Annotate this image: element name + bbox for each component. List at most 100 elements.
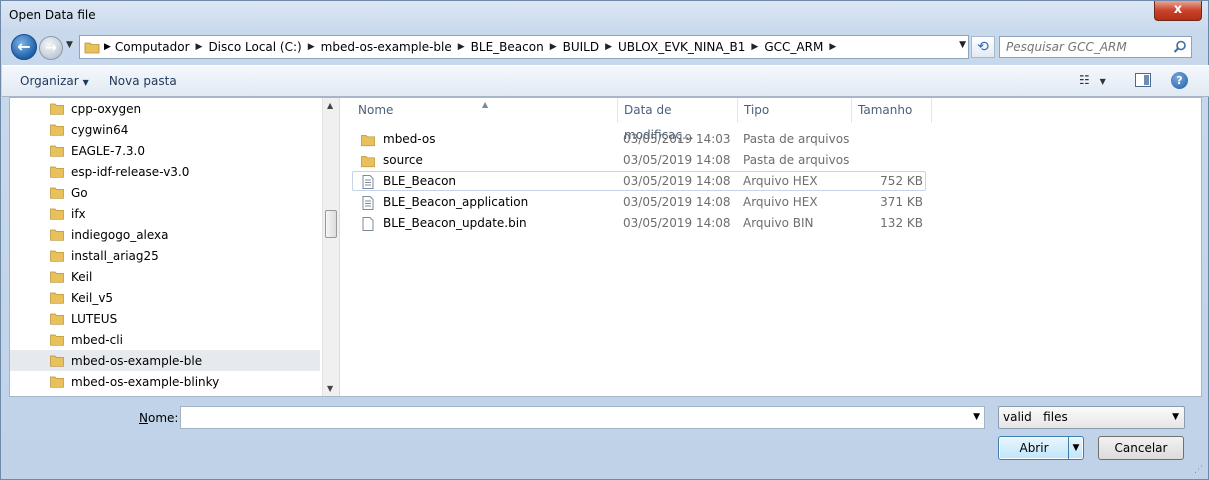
file-type-select[interactable]: valid files ▼: [998, 406, 1185, 429]
breadcrumb-label: Computador: [114, 40, 190, 54]
scrollbar-thumb[interactable]: [325, 210, 337, 238]
tree-item[interactable]: mbed-cli: [10, 329, 320, 350]
breadcrumb-item[interactable]: BLE_Beacon ▶: [471, 40, 563, 54]
resize-grip-icon[interactable]: ⋰: [1194, 465, 1204, 475]
tree-item[interactable]: EAGLE-7.3.0: [10, 140, 320, 161]
tree-item[interactable]: Go: [10, 182, 320, 203]
file-name-input[interactable]: [185, 407, 965, 427]
cancel-button[interactable]: Cancelar: [1098, 436, 1184, 460]
forward-button[interactable]: →: [39, 36, 63, 60]
breadcrumb-separator-icon[interactable]: ▶: [751, 42, 758, 52]
file-name-combobox[interactable]: ▼: [180, 406, 985, 429]
address-dropdown-icon[interactable]: ▼: [959, 40, 966, 50]
breadcrumb-separator-icon[interactable]: ▶: [308, 42, 315, 52]
file-size: 132 KB: [880, 216, 923, 230]
open-button[interactable]: Abrir ▼: [998, 436, 1084, 460]
tree-scrollbar[interactable]: ▲ ▼: [322, 98, 339, 396]
command-toolbar: Organizar ▼ Nova pasta ☷ ▼ ?: [2, 65, 1209, 97]
breadcrumb-item[interactable]: GCC_ARM ▶: [764, 40, 842, 54]
folder-icon: [50, 145, 64, 157]
tree-item[interactable]: indiegogo_alexa: [10, 224, 320, 245]
close-button[interactable]: x: [1154, 1, 1202, 21]
file-row[interactable]: BLE_Beacon 03/05/2019 14:08 Arquivo HEX 752…: [352, 171, 926, 191]
new-folder-button[interactable]: Nova pasta: [101, 74, 185, 88]
tree-item[interactable]: ifx: [10, 203, 320, 224]
folder-icon: [50, 292, 64, 304]
breadcrumb-label: mbed-os-example-ble: [320, 40, 452, 54]
tree-item[interactable]: install_ariag25: [10, 245, 320, 266]
scroll-up-icon[interactable]: ▲: [327, 101, 333, 110]
file-date: 03/05/2019 14:08: [623, 174, 731, 188]
breadcrumb-separator-icon[interactable]: ▶: [550, 42, 557, 52]
column-header-name[interactable]: Nome ▲: [352, 98, 618, 123]
breadcrumb-item[interactable]: Disco Local (C:) ▶: [208, 40, 320, 54]
tree-item[interactable]: cygwin64: [10, 119, 320, 140]
search-box[interactable]: [999, 36, 1192, 58]
column-header-size[interactable]: Tamanho: [852, 98, 932, 123]
help-button[interactable]: ?: [1171, 72, 1188, 89]
scroll-down-icon[interactable]: ▼: [327, 384, 333, 393]
file-row[interactable]: mbed-os 03/05/2019 14:03 Pasta de arquivos: [352, 129, 926, 149]
column-header-date[interactable]: Data de modificaç...: [618, 98, 738, 142]
breadcrumb-separator-icon[interactable]: ▶: [605, 42, 612, 52]
recent-locations-dropdown[interactable]: ▼: [66, 40, 73, 50]
view-list-icon: ☷: [1079, 73, 1090, 87]
tree-item-label: mbed-os-example-ble: [71, 353, 203, 368]
breadcrumb-item[interactable]: Computador ▶: [115, 40, 209, 54]
tree-item[interactable]: cpp-oxygen: [10, 98, 320, 119]
file-type: Pasta de arquivos: [743, 132, 850, 146]
folder-icon: [50, 208, 64, 220]
breadcrumb-item[interactable]: BUILD ▶: [563, 40, 618, 54]
file-name: BLE_Beacon: [383, 174, 457, 188]
breadcrumb-label: BLE_Beacon: [470, 40, 544, 54]
column-header-type[interactable]: Tipo: [738, 98, 852, 123]
tree-item-label: LUTEUS: [71, 311, 118, 326]
address-bar[interactable]: ▶ Computador ▶ Disco Local (C:) ▶ mbed-os-ex…: [79, 35, 969, 59]
tree-item[interactable]: mbed-os-example-ble: [10, 350, 320, 371]
file-type: Arquivo BIN: [743, 216, 814, 230]
window-title: Open Data file: [9, 8, 96, 22]
breadcrumb-label: GCC_ARM: [764, 40, 824, 54]
browser-area: cpp-oxygen cygwin64 EAGLE-7.3.0 esp-idf-rel…: [9, 97, 1202, 397]
file-date: 03/05/2019 14:08: [623, 195, 731, 209]
pane-splitter[interactable]: [339, 98, 340, 396]
organize-button[interactable]: Organizar ▼: [12, 74, 97, 88]
file-name: mbed-os: [383, 132, 436, 146]
tree-item[interactable]: Keil: [10, 266, 320, 287]
tree-item[interactable]: esp-idf-release-v3.0: [10, 161, 320, 182]
breadcrumb-separator-icon[interactable]: ▶: [458, 42, 465, 52]
tree-item[interactable]: mbed-os-example-blinky: [10, 371, 320, 392]
back-button[interactable]: ←: [11, 34, 37, 60]
file-size: 752 KB: [880, 174, 923, 188]
folder-icon: [50, 355, 64, 367]
tree-item[interactable]: Keil_v5: [10, 287, 320, 308]
file-name-label-accelerator: N: [139, 411, 148, 425]
file-row[interactable]: source 03/05/2019 14:08 Pasta de arquivos: [352, 150, 926, 170]
back-arrow-icon: ←: [17, 37, 31, 56]
search-icon[interactable]: [1173, 40, 1187, 54]
tree-item-label: Keil_v5: [71, 290, 114, 305]
preview-pane-button[interactable]: [1135, 73, 1151, 87]
tree-item-label: cpp-oxygen: [71, 101, 142, 116]
folder-icon: [50, 313, 64, 325]
file-row[interactable]: BLE_Beacon_update.bin 03/05/2019 14:08 Arq…: [352, 213, 926, 233]
file-row[interactable]: BLE_Beacon_application 03/05/2019 14:08 Ar…: [352, 192, 926, 212]
text-file-icon: [362, 175, 374, 189]
breadcrumb-separator-icon[interactable]: ▶: [829, 42, 836, 52]
folder-icon: [50, 187, 64, 199]
tree-item[interactable]: LUTEUS: [10, 308, 320, 329]
change-view-button[interactable]: ☷ ▼: [1079, 73, 1106, 87]
search-input[interactable]: [1000, 40, 1165, 54]
folder-icon: [361, 156, 375, 168]
breadcrumb-item[interactable]: mbed-os-example-ble ▶: [321, 40, 471, 54]
breadcrumb-separator-icon[interactable]: ▶: [104, 42, 111, 52]
breadcrumb: Computador ▶ Disco Local (C:) ▶ mbed-os-exam…: [115, 40, 842, 54]
open-options-dropdown[interactable]: ▼: [1068, 437, 1083, 459]
file-date: 03/05/2019 14:08: [623, 216, 731, 230]
refresh-button[interactable]: ⟲: [971, 36, 995, 58]
chevron-down-icon[interactable]: ▼: [973, 412, 980, 422]
breadcrumb-item[interactable]: UBLOX_EVK_NINA_B1 ▶: [618, 40, 764, 54]
tree-item-label: ifx: [71, 206, 86, 221]
breadcrumb-separator-icon[interactable]: ▶: [196, 42, 203, 52]
open-data-file-dialog: Open Data file x ← → ▼ ▶ Computador ▶ Disc…: [0, 0, 1209, 480]
